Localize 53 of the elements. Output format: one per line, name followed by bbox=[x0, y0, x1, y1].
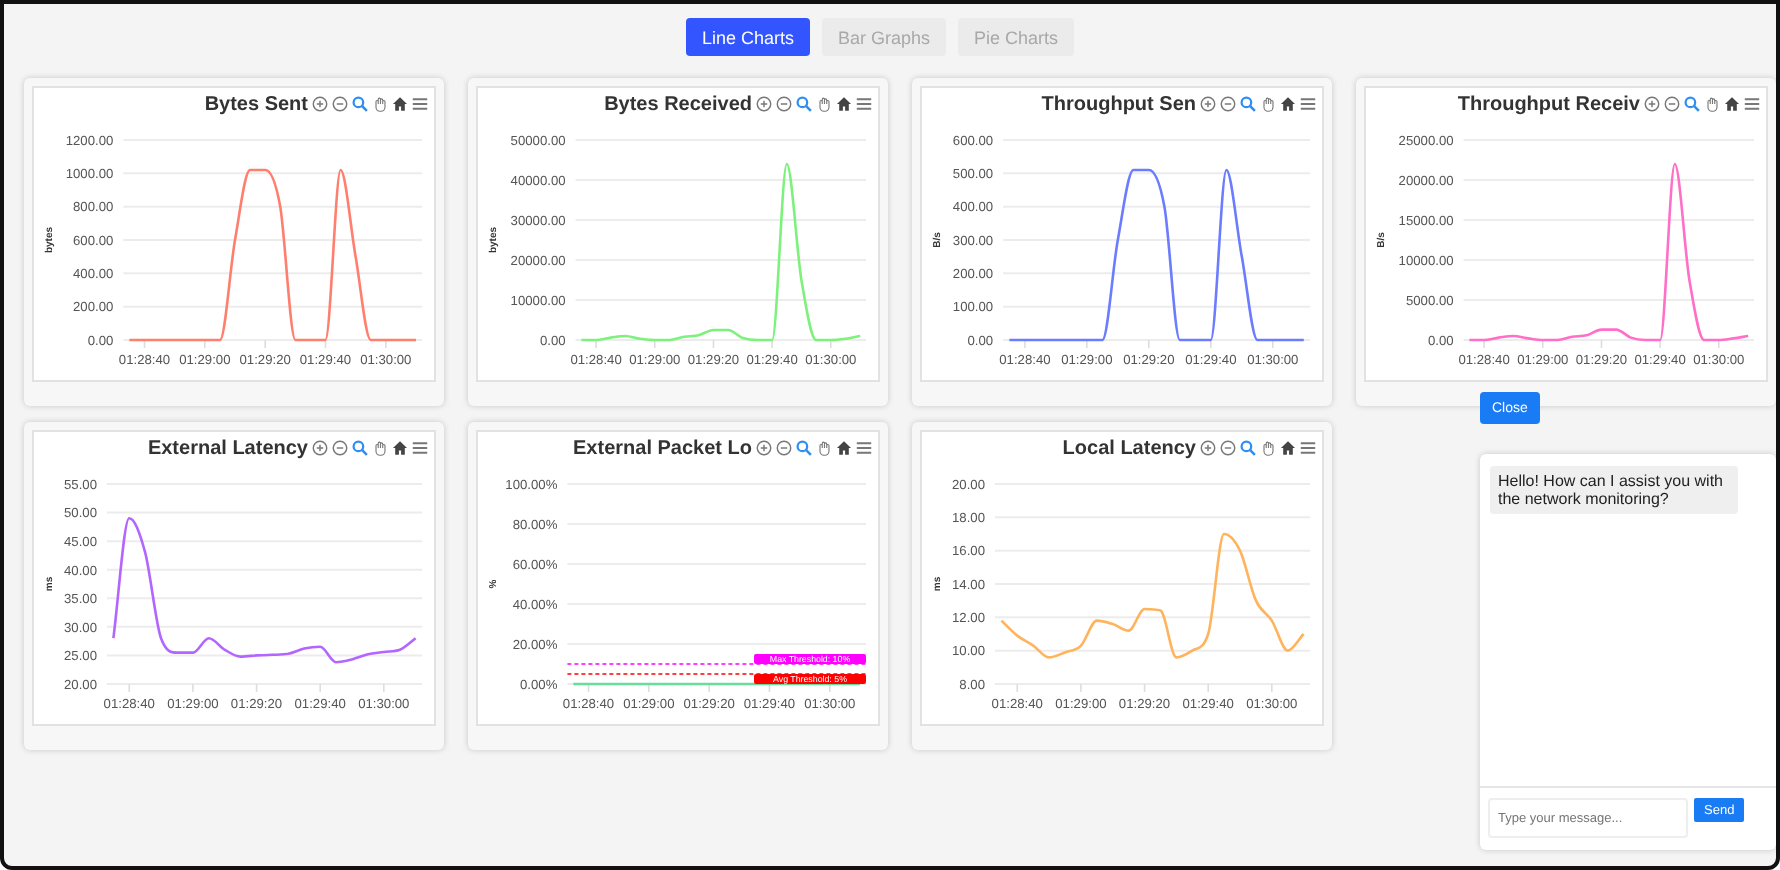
zoom-in-icon[interactable] bbox=[312, 440, 328, 456]
search-icon[interactable] bbox=[1684, 96, 1700, 112]
hand-icon[interactable] bbox=[1260, 440, 1276, 456]
zoom-out-icon[interactable] bbox=[1220, 96, 1236, 112]
menu-icon[interactable] bbox=[412, 96, 428, 112]
tab[interactable]: Pie Charts bbox=[958, 18, 1075, 56]
zoom-in-icon[interactable] bbox=[756, 440, 772, 456]
hand-icon[interactable] bbox=[816, 96, 832, 112]
tab[interactable]: Bar Graphs bbox=[821, 18, 947, 56]
zoom-in-icon[interactable] bbox=[1200, 440, 1216, 456]
zoom-in-icon[interactable] bbox=[312, 96, 328, 112]
menu-icon[interactable] bbox=[1300, 440, 1316, 456]
chart-title: Bytes Received bbox=[604, 93, 752, 115]
search-icon[interactable] bbox=[352, 440, 368, 456]
hand-icon[interactable] bbox=[816, 440, 832, 456]
hand-icon[interactable] bbox=[372, 96, 388, 112]
search-icon[interactable] bbox=[796, 96, 812, 112]
home-icon[interactable] bbox=[1280, 96, 1296, 112]
home-icon[interactable] bbox=[1724, 96, 1740, 112]
menu-icon[interactable] bbox=[856, 96, 872, 112]
chart-title: External Latency bbox=[147, 437, 308, 459]
zoom-out-icon[interactable] bbox=[776, 96, 792, 112]
zoom-out-icon[interactable] bbox=[1664, 96, 1680, 112]
search-icon[interactable] bbox=[796, 440, 812, 456]
zoom-in-icon[interactable] bbox=[756, 96, 772, 112]
tab[interactable]: Line Charts bbox=[685, 18, 810, 56]
menu-icon[interactable] bbox=[1744, 96, 1760, 112]
zoom-in-icon[interactable] bbox=[1200, 96, 1216, 112]
hand-icon[interactable] bbox=[372, 440, 388, 456]
search-icon[interactable] bbox=[1240, 96, 1256, 112]
chart-title: Bytes Sent bbox=[204, 93, 308, 115]
chart-title: Local Latency bbox=[1062, 437, 1196, 459]
home-icon[interactable] bbox=[836, 96, 852, 112]
chart-title: Throughput Sen bbox=[1041, 93, 1196, 115]
chart-title: Throughput Receiv bbox=[1457, 93, 1640, 115]
search-icon[interactable] bbox=[352, 96, 368, 112]
home-icon[interactable] bbox=[1280, 440, 1296, 456]
hand-icon[interactable] bbox=[1260, 96, 1276, 112]
zoom-in-icon[interactable] bbox=[1644, 96, 1660, 112]
menu-icon[interactable] bbox=[856, 440, 872, 456]
menu-icon[interactable] bbox=[412, 440, 428, 456]
hand-icon[interactable] bbox=[1704, 96, 1720, 112]
zoom-out-icon[interactable] bbox=[1220, 440, 1236, 456]
zoom-out-icon[interactable] bbox=[332, 96, 348, 112]
home-icon[interactable] bbox=[392, 96, 408, 112]
chart-title: External Packet Lo bbox=[573, 437, 752, 459]
search-icon[interactable] bbox=[1240, 440, 1256, 456]
home-icon[interactable] bbox=[392, 440, 408, 456]
chat-message: Hello! How can I assist you with the network monitoring? bbox=[1490, 466, 1738, 514]
menu-icon[interactable] bbox=[1300, 96, 1316, 112]
zoom-out-icon[interactable] bbox=[776, 440, 792, 456]
home-icon[interactable] bbox=[836, 440, 852, 456]
zoom-out-icon[interactable] bbox=[332, 440, 348, 456]
